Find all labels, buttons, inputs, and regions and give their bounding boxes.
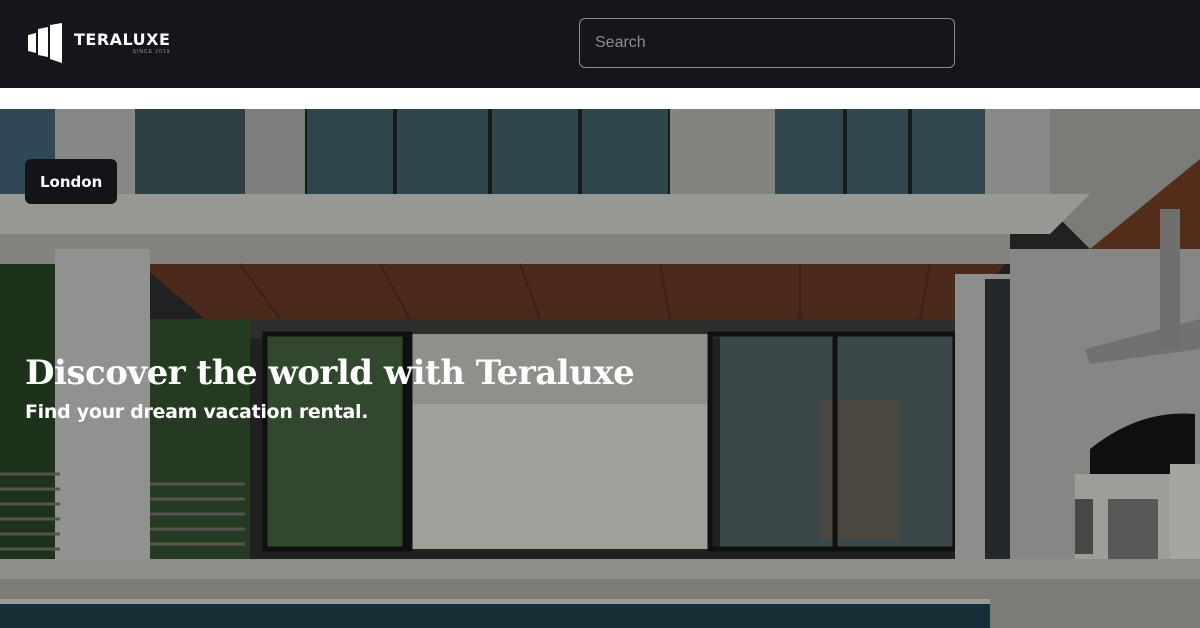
brand-tagline: SINCE 2019 [132, 49, 171, 55]
brand-text: TERALUXE SINCE 2019 [74, 30, 171, 56]
brand-name: TERALUXE [74, 30, 171, 49]
teraluxe-logo-icon [28, 23, 62, 63]
location-badge[interactable]: London [25, 159, 118, 204]
top-navigation-bar: TERALUXE SINCE 2019 [0, 0, 1200, 88]
hero-subtitle: Find your dream vacation rental. [25, 401, 369, 423]
hero-title: Discover the world with Teraluxe [25, 353, 635, 393]
hero-banner: London Discover the world with Teraluxe … [0, 109, 1200, 628]
brand-logo[interactable]: TERALUXE SINCE 2019 [28, 22, 170, 64]
search-input[interactable] [579, 18, 955, 68]
